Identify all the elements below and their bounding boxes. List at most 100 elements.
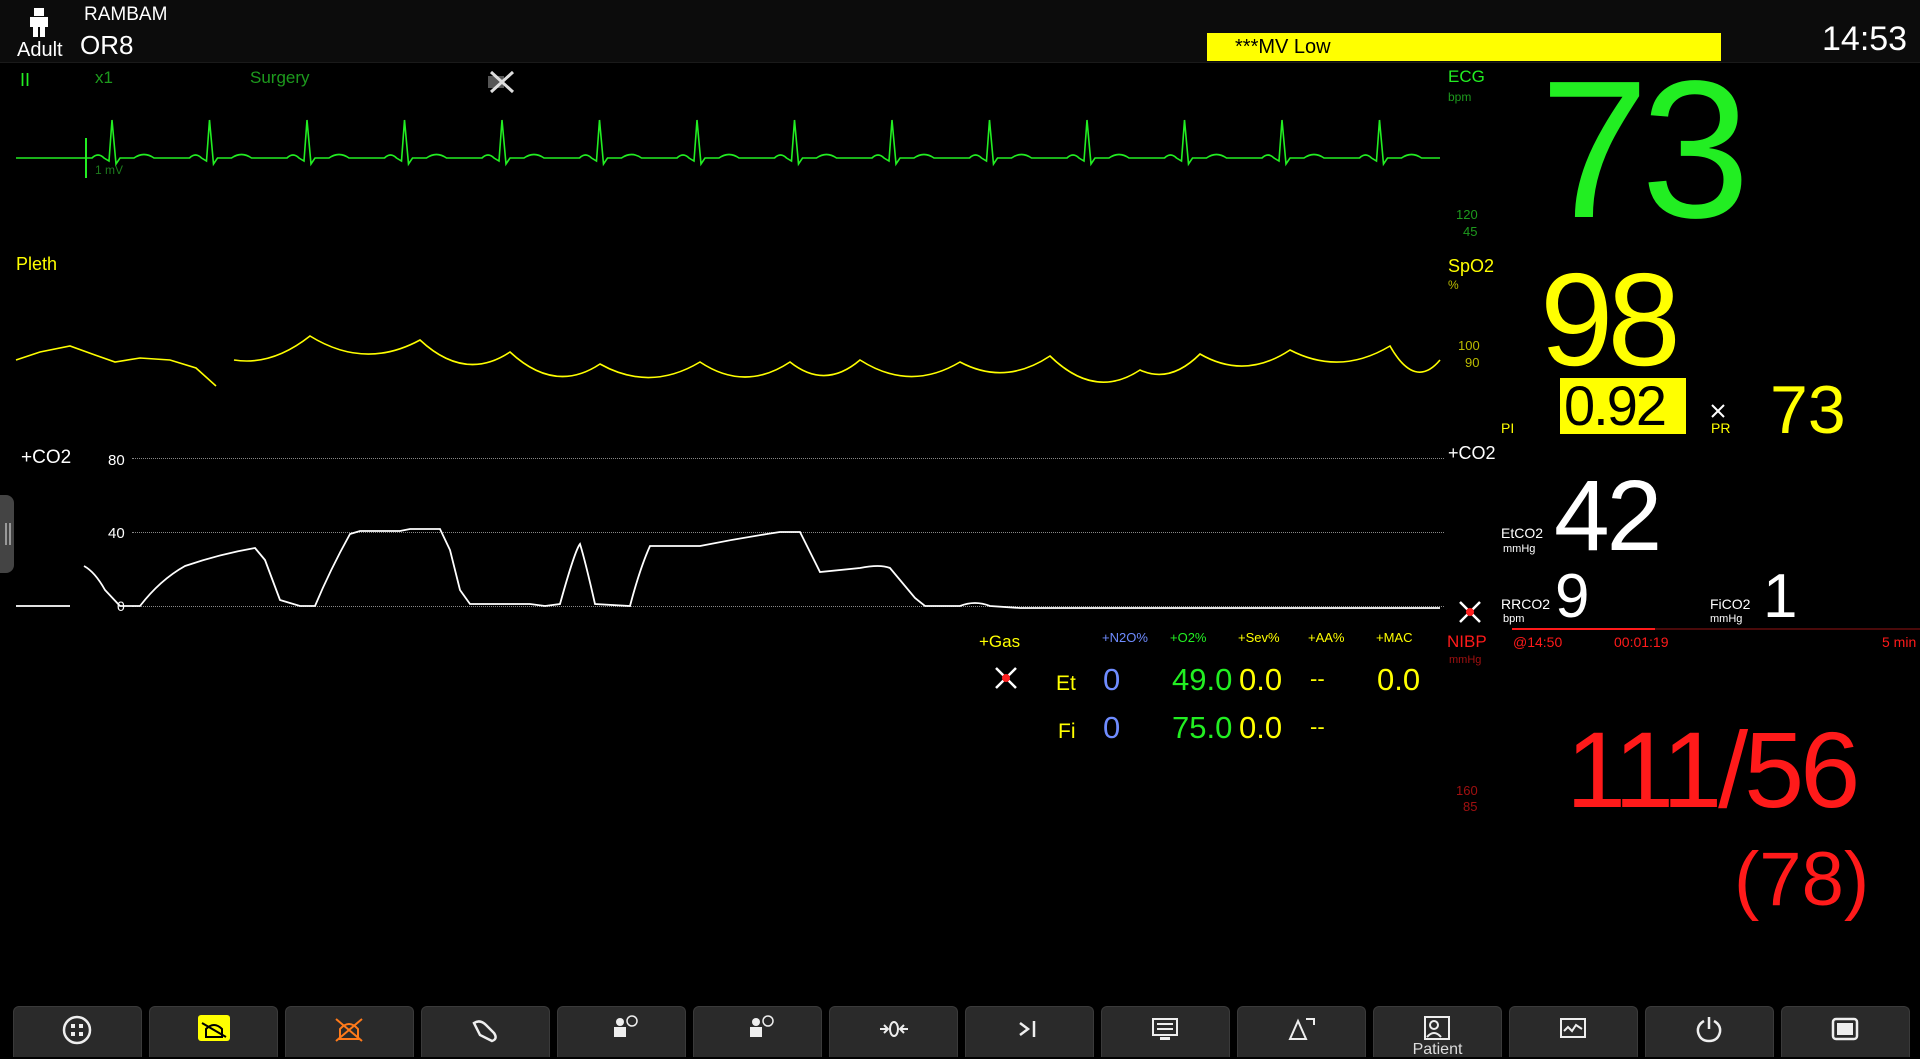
ecg-trace <box>16 119 1440 167</box>
gas-row-et-label: Et <box>1056 672 1076 695</box>
toolbar-button-nibp-measure[interactable] <box>557 1006 686 1057</box>
nibp-alarm-high: 160 <box>1456 783 1478 798</box>
co2-param-label[interactable]: +CO2 <box>1448 443 1496 464</box>
rrco2-unit: bpm <box>1503 613 1525 625</box>
spo2-unit: % <box>1448 278 1459 292</box>
alarm-reset-icon <box>198 1015 230 1041</box>
toolbar-button-alarm-reset[interactable] <box>149 1006 278 1057</box>
toolbar-button-alarm-pause[interactable] <box>285 1006 414 1057</box>
toolbar-button-patient[interactable]: Patient <box>1373 1006 1502 1058</box>
gas-et-mac: 0.0 <box>1377 662 1421 697</box>
nibp-progress-fill <box>1512 628 1655 630</box>
review-icon <box>1560 1018 1586 1038</box>
nibp-measure-icon <box>614 1015 638 1037</box>
pr-alarm-off-icon <box>1711 404 1725 418</box>
nibp-mean: (78) <box>1734 837 1870 922</box>
nibp-start-icon <box>472 1020 497 1043</box>
gas-row-fi-label: Fi <box>1058 720 1076 743</box>
gas-et-sev: 0.0 <box>1239 662 1283 697</box>
gas-alarm-off-icon <box>995 667 1017 689</box>
nibp-elapsed: 00:01:19 <box>1614 634 1669 650</box>
fico2-unit: mmHg <box>1710 613 1743 625</box>
nibp-unit: mmHg <box>1449 654 1482 666</box>
gas-fi-sev: 0.0 <box>1239 710 1283 745</box>
etco2-unit: mmHg <box>1503 543 1536 555</box>
co2-scale-80: 80 <box>108 452 125 469</box>
pi-box[interactable]: 0.92 <box>1560 378 1686 434</box>
screen-icon <box>1152 1018 1178 1040</box>
hospital-name: RAMBAM <box>84 4 168 25</box>
hr-value[interactable]: 73 <box>1540 52 1750 248</box>
toolbar-button-nibp-start[interactable] <box>421 1006 550 1057</box>
co2-waveform <box>16 528 1440 609</box>
gas-col-n2o: +N2O% <box>1102 630 1148 645</box>
spo2-label[interactable]: SpO2 <box>1448 256 1494 277</box>
toolbar-button-zero-ibp[interactable] <box>829 1006 958 1057</box>
pleth-wave-label[interactable]: Pleth <box>16 254 57 275</box>
ecg-waveform <box>16 119 1440 178</box>
fico2-label: FiCO2 <box>1710 596 1751 612</box>
spo2-value[interactable]: 98 <box>1540 254 1681 386</box>
clock: 14:53 <box>1822 20 1908 58</box>
adult-patient-icon <box>30 8 48 37</box>
alarm-message: ***MV Low <box>1235 36 1331 58</box>
fico2-value[interactable]: 1 <box>1763 566 1797 628</box>
rrco2-label: RRCO2 <box>1501 596 1551 612</box>
toolbar: Patient <box>0 1002 1920 1058</box>
bed-label[interactable]: OR8 <box>80 30 133 61</box>
gas-et-o2: 49.0 <box>1172 662 1233 697</box>
ecg-trace-path <box>16 119 1440 167</box>
toolbar-button-display[interactable] <box>1781 1006 1910 1057</box>
toolbar-button-review[interactable] <box>1509 1006 1638 1057</box>
spo2-alarm-high: 100 <box>1458 338 1480 353</box>
pr-value[interactable]: 73 <box>1770 376 1846 444</box>
toolbar-button-main-menu[interactable] <box>13 1006 142 1057</box>
etco2-label: EtCO2 <box>1501 525 1544 541</box>
gas-col-sev: +Sev% <box>1238 630 1280 645</box>
toolbar-button-screen[interactable] <box>1101 1006 1230 1057</box>
side-panel-handle[interactable] <box>0 495 14 573</box>
patient-type[interactable]: Adult <box>17 39 63 62</box>
alarm-pause-icon <box>335 1018 363 1042</box>
nibp-value[interactable]: 111/56 <box>1566 716 1860 824</box>
display-icon <box>1831 1017 1859 1041</box>
gas-et-aa: -- <box>1310 666 1325 691</box>
ecg-lead[interactable]: II <box>20 70 30 91</box>
pacer-off-icon <box>488 70 515 94</box>
pi-label: PI <box>1501 420 1515 436</box>
co2-wave-label[interactable]: +CO2 <box>21 447 71 469</box>
gas-et-n2o: 0 <box>1103 662 1121 697</box>
zero-ibp-icon <box>880 1021 908 1037</box>
spo2-alarm-low: 90 <box>1465 355 1480 370</box>
gas-fi-n2o: 0 <box>1103 710 1121 745</box>
toolbar-button-manual-event[interactable] <box>965 1006 1094 1057</box>
rrco2-value[interactable]: 9 <box>1555 566 1589 628</box>
nibp-alarm-off-icon <box>1459 601 1481 623</box>
toolbar-button-alarm-setup[interactable] <box>1237 1006 1366 1057</box>
gas-label[interactable]: +Gas <box>979 632 1020 652</box>
pr-label: PR <box>1711 420 1731 436</box>
co2-gridline-80 <box>132 458 1444 459</box>
nibp-label[interactable]: NIBP <box>1447 632 1487 652</box>
gas-fi-aa: -- <box>1310 714 1325 739</box>
toolbar-button-label: Patient <box>1412 1041 1463 1058</box>
nibp-interval: 5 min <box>1882 634 1917 650</box>
ecg-gain[interactable]: x1 <box>95 68 113 88</box>
nibp-stat-icon <box>750 1015 774 1037</box>
gas-col-mac: +MAC <box>1376 630 1413 645</box>
ecg-filter[interactable]: Surgery <box>250 68 310 88</box>
nibp-measured-at: @14:50 <box>1513 634 1563 650</box>
pleth-waveform <box>15 335 1441 387</box>
toolbar-button-nibp-stat[interactable] <box>693 1006 822 1057</box>
gas-col-aa: +AA% <box>1308 630 1345 645</box>
manual-event-icon <box>1019 1021 1036 1037</box>
etco2-value[interactable]: 42 <box>1554 466 1662 566</box>
ecg-unit: bpm <box>1448 90 1472 104</box>
ecg-param-label[interactable]: ECG <box>1448 67 1485 87</box>
alarm-setup-icon <box>1288 1018 1315 1040</box>
pi-value: 0.92 <box>1564 374 1667 437</box>
nibp-alarm-low: 85 <box>1463 799 1478 814</box>
main-menu-icon <box>62 1015 92 1045</box>
standby-icon <box>1696 1017 1722 1043</box>
toolbar-button-standby[interactable] <box>1645 1006 1774 1057</box>
